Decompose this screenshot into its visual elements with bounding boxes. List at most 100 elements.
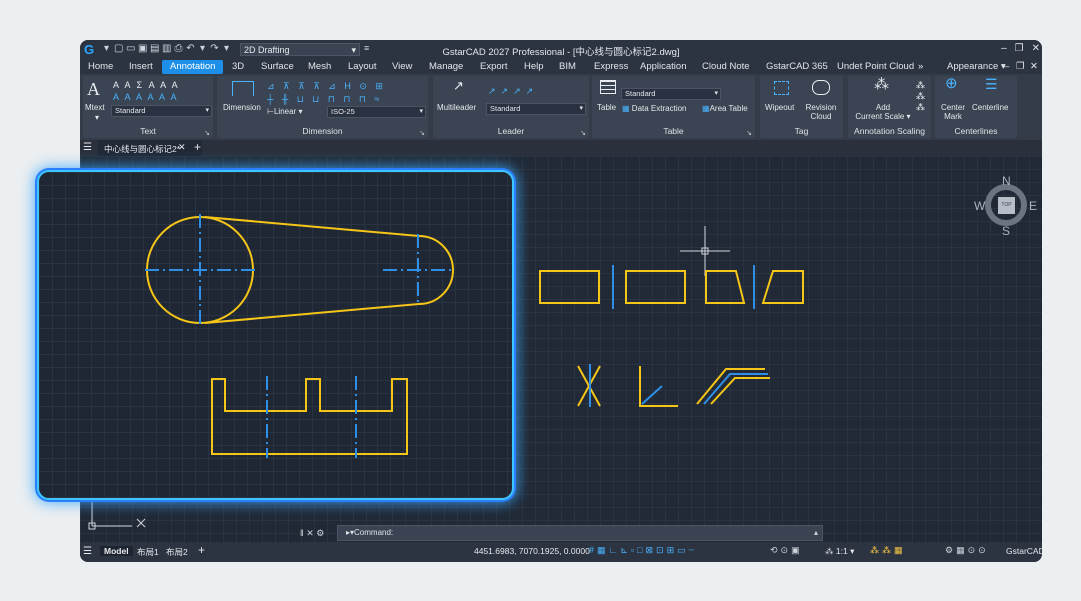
tab-manage[interactable]: Manage — [429, 60, 463, 74]
layout2-tab[interactable]: 布局2 — [166, 546, 188, 558]
minimize-icon[interactable]: – — [1001, 43, 1007, 54]
doc-tab-active[interactable]: 中心线与圆心标记2* ✕ — [98, 140, 202, 156]
data-extraction-button[interactable]: ▦ Data Extraction — [622, 104, 687, 113]
crossing-lines — [577, 364, 601, 407]
panel-title-annotation-scaling: Annotation Scaling — [854, 126, 925, 136]
tab-application[interactable]: Application — [640, 60, 686, 74]
panel-launcher-icon[interactable]: ↘ — [204, 129, 210, 137]
panel-tag: Wipeout Revision Cloud Tag — [760, 76, 843, 138]
center-mark-icon: ⊕ — [945, 75, 958, 92]
revision-cloud-button[interactable]: Revision Cloud — [804, 103, 838, 121]
scale-icon: ⁂ — [825, 546, 834, 556]
annotation-scale-select[interactable]: ⁂ 1:1 ▾ — [825, 546, 854, 557]
centerline-button[interactable]: Centerline — [972, 103, 1008, 112]
tab-bim[interactable]: BIM — [559, 60, 576, 74]
tab-export[interactable]: Export — [480, 60, 507, 74]
ribbon-restore-icon[interactable]: ❐ — [1016, 60, 1025, 74]
area-table-button[interactable]: ▦Area Table — [702, 104, 748, 113]
center-mark-button[interactable]: Center Mark — [939, 103, 967, 121]
data-extraction-label: Data Extraction — [631, 104, 687, 113]
panel-launcher-icon[interactable]: ↘ — [746, 129, 752, 137]
leader-tools-icon[interactable]: ↗↗↗↗ — [488, 86, 538, 96]
panel-title-dimension: Dimension — [302, 126, 343, 136]
panel-title-table: Table — [663, 126, 684, 136]
table-button[interactable]: Table — [597, 103, 616, 112]
new-tab-icon[interactable]: + — [194, 140, 201, 154]
tab-mesh[interactable]: Mesh — [308, 60, 331, 74]
more-tabs-icon[interactable]: » — [918, 60, 923, 74]
geometry-rectangles — [539, 270, 804, 304]
tab-annotation[interactable]: Annotation — [162, 60, 224, 74]
scale-tools-icon[interactable]: ⁂ ⁂ ⁂ — [916, 80, 925, 113]
text-style-select[interactable]: Standard ▾ — [111, 105, 212, 117]
revision-cloud-icon — [812, 80, 830, 95]
brand-label: GstarCAD — [1006, 546, 1042, 556]
panel-launcher-icon[interactable]: ↘ — [419, 129, 425, 137]
tab-help[interactable]: Help — [524, 60, 544, 74]
ribbon-minimize-icon[interactable]: – — [1004, 60, 1009, 74]
viewcube-top-face[interactable]: TOP — [998, 197, 1015, 214]
tab-insert[interactable]: Insert — [129, 60, 153, 74]
text-tools-row1-icon[interactable]: A A Σ A A A — [113, 80, 180, 90]
compass-east[interactable]: E — [1029, 199, 1037, 213]
appearance-menu[interactable]: Appearance ▾ — [947, 60, 1006, 74]
ribbon-close-icon[interactable]: ✕ — [1030, 60, 1038, 74]
panel-annotation-scaling: ⁂ Add Current Scale ▾ ⁂ ⁂ ⁂ Annotation Scal… — [848, 76, 931, 138]
linear-dimension-button[interactable]: ⊢Linear ▾ — [267, 107, 302, 116]
workspace-tools-icon[interactable]: ⚙▦⊙⊙ — [945, 545, 989, 556]
model-tab[interactable]: Model — [100, 546, 133, 556]
centerline-icon: ☰ — [985, 76, 998, 92]
wipeout-button[interactable]: Wipeout — [765, 103, 794, 112]
command-line[interactable]: ‖ ✕ ⚙ ▸▾Command: ▴ — [300, 525, 823, 541]
tab-undet-point-cloud[interactable]: Undet Point Cloud — [837, 60, 914, 74]
viewcube[interactable]: TOP N S W E — [974, 173, 1038, 238]
tab-surface[interactable]: Surface — [261, 60, 294, 74]
annotation-scale-value: 1:1 — [835, 546, 848, 556]
annotation-visibility-icon[interactable]: ⁂⁂▦ — [870, 545, 906, 556]
panel-text: A Mtext ▾ A A Σ A A A A A A A A A Standa… — [83, 76, 213, 138]
mtext-dropdown-icon[interactable]: ▾ — [95, 113, 99, 122]
tab-view[interactable]: View — [392, 60, 412, 74]
close-tab-icon[interactable]: ✕ — [178, 142, 186, 153]
dimension-button[interactable]: Dimension — [223, 103, 261, 112]
tab-3d[interactable]: 3D — [232, 60, 244, 74]
ucs-icon — [88, 501, 146, 530]
tab-express[interactable]: Express — [594, 60, 628, 74]
slotted-part-outline — [211, 378, 408, 455]
tab-home[interactable]: Home — [88, 60, 113, 74]
dimension-icon — [232, 81, 254, 96]
text-tools-row2-icon[interactable]: A A A A A A — [113, 92, 179, 102]
layout1-tab[interactable]: 布局1 — [137, 546, 159, 558]
compass-south[interactable]: S — [1002, 224, 1010, 238]
pulley-centerlines — [145, 214, 451, 326]
add-layout-icon[interactable]: + — [198, 543, 205, 557]
text-style-value: Standard — [115, 106, 146, 115]
command-label: Command: — [354, 528, 394, 537]
tab-cloud-note[interactable]: Cloud Note — [702, 60, 750, 74]
doc-tab-label: 中心线与圆心标记2* — [104, 144, 181, 154]
table-style-select[interactable]: Standard ▾ — [621, 88, 721, 100]
multileader-button[interactable]: Multileader — [437, 103, 476, 112]
compass-north[interactable]: N — [1002, 174, 1011, 188]
dimension-tools-row2-icon[interactable]: ┼ ╫ ⊔ ⊔ ⊓ ⊓ ⊓ ≈ — [267, 94, 382, 104]
leader-style-select[interactable]: Standard ▾ — [486, 103, 586, 115]
drafting-toggles-icon[interactable]: #▦∟⊾▫□⊠⊡⊞▭┄ — [589, 545, 697, 556]
tab-gstarcad-365[interactable]: GstarCAD 365 — [766, 60, 828, 74]
compass-west[interactable]: W — [974, 199, 985, 213]
window-controls: – ❐ ✕ — [1001, 43, 1040, 54]
hamburger-menu-icon[interactable]: ☰ — [83, 142, 92, 153]
command-history-icon[interactable]: ▴ — [814, 528, 818, 537]
mtext-button[interactable]: Mtext — [85, 103, 105, 112]
dimension-tools-row1-icon[interactable]: ⊿ ⊼ ⊼ ⊼ ⊿ H ⊙ ⊞ — [267, 81, 386, 91]
dimension-style-select[interactable]: ISO-25 ▾ — [327, 106, 426, 118]
command-line-controls-icon[interactable]: ‖ ✕ ⚙ — [300, 528, 324, 539]
hamburger-menu-icon[interactable]: ☰ — [83, 546, 92, 557]
tab-layout[interactable]: Layout — [348, 60, 377, 74]
status-tools-icon[interactable]: ⟲⊙▣ — [770, 545, 803, 556]
add-current-scale-button[interactable]: Add Current Scale ▾ — [853, 103, 913, 121]
close-icon[interactable]: ✕ — [1032, 43, 1040, 54]
restore-icon[interactable]: ❐ — [1015, 43, 1024, 54]
panel-title-tag: Tag — [794, 126, 809, 136]
revision-label-2: Cloud — [810, 112, 832, 121]
panel-launcher-icon[interactable]: ↘ — [580, 129, 586, 137]
